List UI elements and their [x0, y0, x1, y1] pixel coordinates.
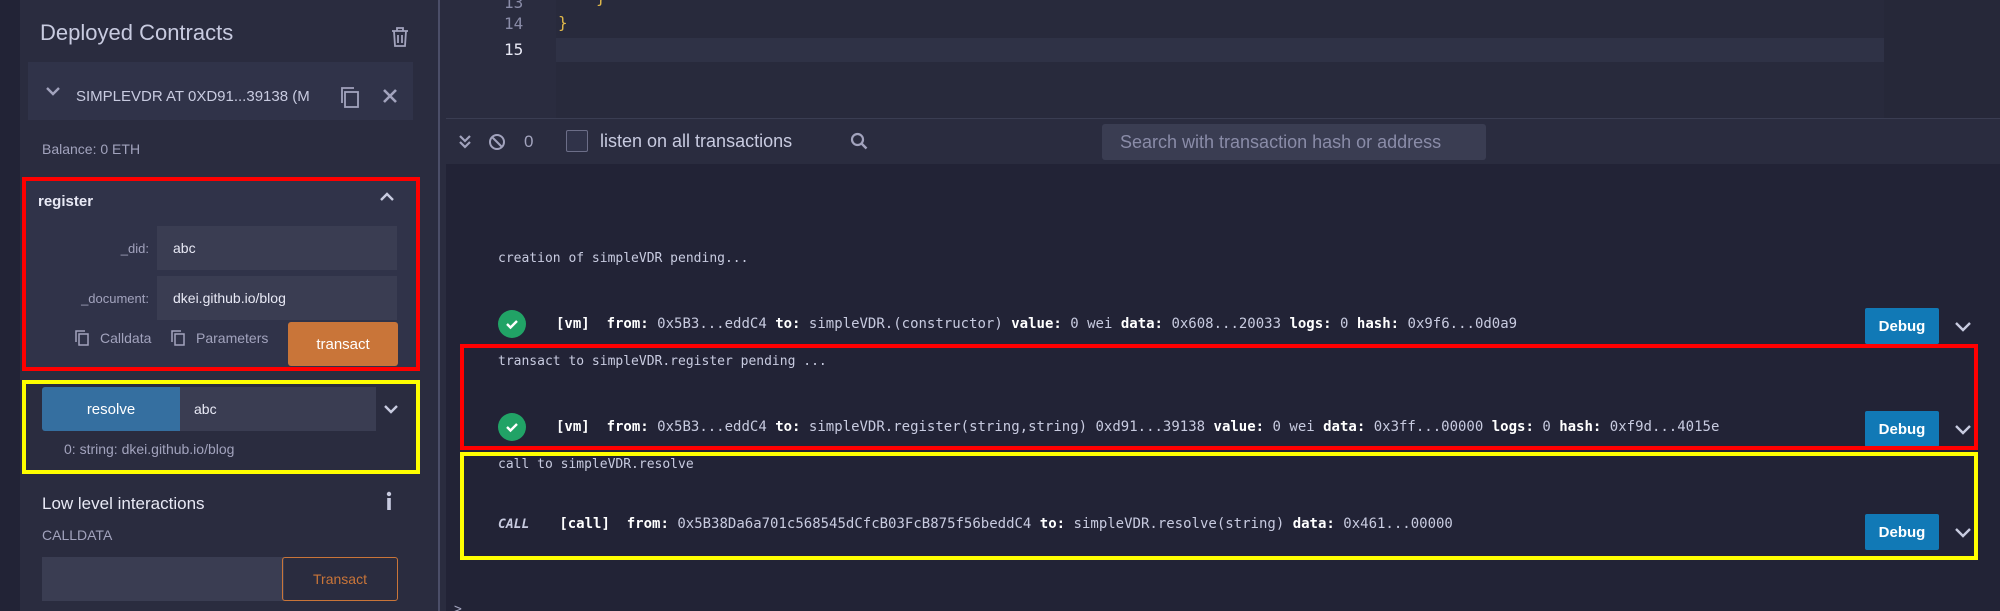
copy-icon[interactable]: [339, 86, 361, 108]
code-line: }: [596, 0, 606, 7]
double-chevron-icon[interactable]: [456, 133, 474, 151]
low-level-interactions-title: Low level interactions: [42, 494, 205, 513]
pending-transactions-count: 0: [524, 132, 534, 151]
code-editor[interactable]: 13 14 15 } }: [446, 0, 2000, 118]
transaction-search-input[interactable]: Search with transaction hash or address: [1102, 124, 1486, 160]
line-number: 14: [504, 14, 524, 33]
current-line-highlight: [556, 38, 1884, 62]
contract-instance-name: SIMPLEVDR AT 0XD91...39138 (M: [76, 88, 310, 105]
resolve-call-highlight-box: [460, 452, 1978, 560]
balance-label: Balance: 0 ETH: [42, 141, 141, 157]
resolve-highlight-box: [22, 380, 420, 474]
search-icon: [850, 132, 868, 150]
chevron-down-icon[interactable]: [46, 84, 60, 98]
line-number-current: 15: [504, 40, 524, 59]
line-number-gutter: 13 14 15: [446, 0, 556, 118]
terminal-line: creation of simpleVDR pending...: [498, 251, 749, 266]
line-number: 13: [504, 0, 524, 12]
panel-splitter[interactable]: [434, 0, 446, 611]
check-circle-icon: [498, 310, 526, 338]
terminal-toolbar: 0 listen on all transactions Search with…: [446, 118, 2000, 164]
terminal-prompt[interactable]: >: [454, 602, 462, 611]
close-icon[interactable]: [382, 88, 398, 104]
listen-all-label[interactable]: listen on all transactions: [600, 131, 792, 152]
code-line: }: [558, 13, 568, 32]
deployed-contracts-title: Deployed Contracts: [40, 20, 234, 45]
trash-icon[interactable]: [390, 26, 410, 48]
debug-button[interactable]: Debug: [1865, 308, 1939, 344]
calldata-field-label: CALLDATA: [42, 527, 113, 543]
transaction-row[interactable]: [vm] from: 0x5B3...eddC4 to: simpleVDR.(…: [498, 310, 1517, 338]
register-highlight-box: [22, 177, 420, 371]
contract-instance-header[interactable]: SIMPLEVDR AT 0XD91...39138 (M: [28, 62, 413, 120]
left-gutter: [0, 0, 20, 611]
listen-all-checkbox[interactable]: [566, 130, 588, 152]
chevron-down-icon[interactable]: [1954, 317, 1972, 335]
info-icon[interactable]: [382, 491, 396, 511]
calldata-input[interactable]: [42, 557, 284, 601]
low-level-transact-button[interactable]: Transact: [282, 557, 398, 601]
minimap[interactable]: [1884, 0, 2000, 118]
ban-icon[interactable]: [488, 133, 506, 151]
register-transaction-highlight-box: [460, 344, 1978, 450]
